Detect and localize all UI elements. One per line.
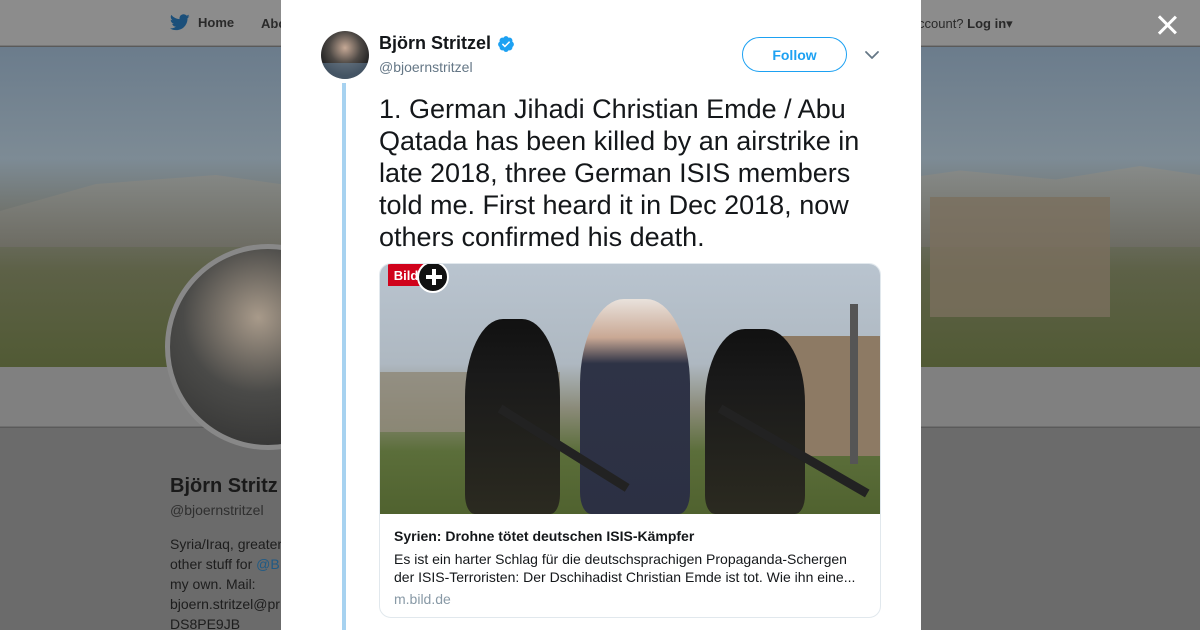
card-title: Syrien: Drohne tötet deutschen ISIS-Kämp… [394,528,695,544]
card-description: Es ist ein harter Schlag für die deutsch… [394,551,856,585]
home-nav-link[interactable]: Home [170,14,234,31]
login-link[interactable]: Log in [967,16,1006,31]
thread-line [342,83,346,630]
card-image-antenna [850,304,858,464]
author-avatar[interactable] [321,31,369,79]
bio-mention-link[interactable]: @B [256,556,280,572]
author-handle[interactable]: @bjoernstritzel [379,59,473,75]
login-prefix: ccount? [918,16,964,31]
card-image-person [705,329,805,514]
bio-line: other stuff for @B [170,554,290,574]
follow-button[interactable]: Follow [742,37,847,72]
link-card[interactable]: Bild Syrien: Drohne tötet deutschen ISIS… [379,263,881,618]
author-name[interactable]: Björn Stritzel [379,33,491,54]
login-caret-icon: ▾ [1006,16,1013,31]
tweet-modal: Björn Stritzel @bjoernstritzel Follow 1.… [281,0,921,630]
chevron-down-icon[interactable] [863,46,881,64]
card-image-person [580,299,690,514]
bio-line: Syria/Iraq, greater [170,536,283,552]
close-icon[interactable] [1154,12,1180,38]
banner-building [930,197,1110,317]
profile-handle: @bjoernstritzel [170,502,264,518]
card-image: Bild [380,264,880,514]
card-domain: m.bild.de [394,591,451,607]
author-name-row: Björn Stritzel [379,33,515,54]
twitter-bird-icon [170,14,190,31]
home-label: Home [198,15,235,30]
profile-bio: Syria/Iraq, greater other stuff for @B m… [170,534,290,630]
tweet-text: 1. German Jihadi Christian Emde / Abu Qa… [379,94,860,252]
bio-line: bjoern.stritzel@pr [170,596,280,612]
verified-badge-icon [498,35,514,52]
bio-line: DS8PE9JB [170,616,241,630]
profile-name: Björn Stritz [170,475,278,497]
bild-plus-icon [417,264,449,293]
bio-line: my own. Mail: [170,576,256,592]
bio-text: other stuff for [170,556,253,572]
login-prompt: ccount? Log in▾ [918,16,1013,32]
